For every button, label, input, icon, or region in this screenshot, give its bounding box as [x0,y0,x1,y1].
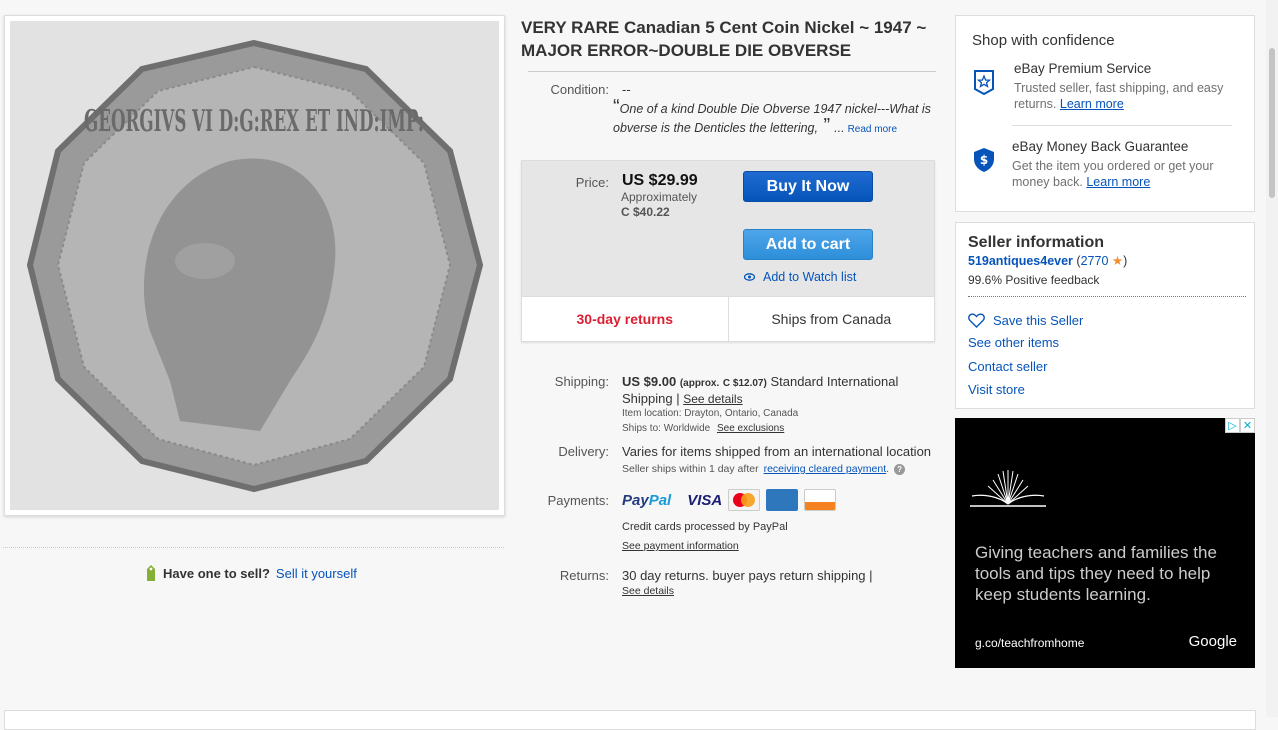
payment-note: Credit cards processed by PayPal [622,521,788,533]
condition-value: -- [622,82,631,97]
seller-notes: “One of a kind Double Die Obverse 1947 n… [613,96,931,137]
seller-name-row: 519antiques4ever (2770 ★) [968,253,1127,268]
returns-details-link[interactable]: See details [622,585,674,597]
contact-seller-link[interactable]: Contact seller [968,359,1047,374]
add-to-cart-button[interactable]: Add to cart [743,229,873,260]
paypal-logo-b: Pal [648,491,672,509]
sell-question: Have one to sell? [163,565,270,581]
shipping-label: Shipping: [554,374,609,389]
divider [1012,125,1232,126]
panel-title: Shop with confidence [972,32,1115,49]
price-converted: C $40.22 [621,205,670,219]
coin-image: GEORGIVS VI D:G:REX ET IND:IMP: [10,21,499,510]
item-location: Item location: Drayton, Ontario, Canada [622,408,799,419]
eye-icon [744,273,755,281]
svg-text:$: $ [980,153,988,167]
shipping-amount: US $9.00 [622,374,677,389]
guarantee-desc: Get the item you ordered or get your mon… [1012,158,1242,190]
watchlist-label: Add to Watch list [763,270,857,284]
visa-logo: VISA [687,491,723,509]
star-icon: ★ [1111,254,1124,268]
ad-close-icon[interactable]: ✕ [1240,418,1255,433]
divider [528,71,936,72]
item-image-frame[interactable]: GEORGIVS VI D:G:REX ET IND:IMP: [4,15,505,516]
price-approx-label: Approximately [621,190,698,204]
seller-information-panel: Seller information 519antiques4ever (277… [955,222,1255,409]
item-title: VERY RARE Canadian 5 Cent Coin Nickel ~ … [521,18,927,60]
premium-learn-more-link[interactable]: Learn more [1060,97,1124,111]
shipping-value: US $9.00 (approx. C $12.07) Standard Int… [622,374,932,407]
item-image[interactable]: GEORGIVS VI D:G:REX ET IND:IMP: [10,21,499,510]
mastercard-logo [728,489,761,511]
premium-title: eBay Premium Service [1014,61,1152,76]
scrollbar-thumb[interactable] [1269,48,1275,198]
seller-panel-title: Seller information [968,234,1105,251]
premium-service: eBay Premium Service Trusted seller, fas… [972,61,1242,121]
sell-it-yourself-row: Have one to sell? Sell it yourself [145,564,357,582]
paypal-logo-a: Pay [622,491,649,509]
cleared-payment-link[interactable]: receiving cleared payment [764,463,887,475]
money-back-guarantee: $ eBay Money Back Guarantee Get the item… [972,139,1242,199]
amex-logo [766,489,799,511]
sell-it-yourself-link[interactable]: Sell it yourself [276,566,357,581]
visit-store-link[interactable]: Visit store [968,382,1025,397]
shipping-approx-prefix: (approx. [679,378,720,389]
payment-information-link[interactable]: See payment information [622,540,739,552]
read-more-link[interactable]: Read more [848,124,897,135]
premium-badge-icon [974,70,994,95]
ad-copy: Giving teachers and families the tools a… [975,543,1217,604]
discover-logo [804,489,837,511]
seller-name-link[interactable]: 519antiques4ever [968,254,1073,268]
ad-url: g.co/teachfromhome [975,636,1085,650]
price-value: US $29.99 [622,172,698,189]
scrollbar[interactable] [1266,0,1278,717]
see-exclusions-link[interactable]: See exclusions [717,423,784,434]
divider [3,547,504,548]
delivery-note-text: Seller ships within 1 day after [622,463,759,475]
buy-it-now-button[interactable]: Buy It Now [743,171,873,202]
guarantee-learn-more-link[interactable]: Learn more [1086,175,1150,189]
ad-choices-badge[interactable]: ▷ ✕ [1225,418,1255,433]
open-book-icon [970,470,1046,507]
advertisement[interactable]: ▷ ✕ Giving teachers and families the too… [955,418,1255,668]
shop-with-confidence-panel: Shop with confidence eBay Premium Servic… [955,15,1255,212]
shipping-approx-value: C $12.07) [722,378,767,389]
save-seller-link[interactable]: Save this Seller [968,313,1083,328]
premium-desc: Trusted seller, fast shipping, and easy … [1014,80,1244,112]
delivery-note: Seller ships within 1 day after receivin… [622,463,906,475]
guarantee-title: eBay Money Back Guarantee [1012,139,1189,154]
help-icon[interactable]: ? [894,463,906,475]
shield-dollar-icon: $ [974,148,994,172]
ad-info-icon[interactable]: ▷ [1225,418,1240,433]
add-to-watchlist-link[interactable]: Add to Watch list [744,270,856,284]
paren-close: ) [1123,254,1128,268]
divider [968,296,1246,297]
feedback-score-link[interactable]: 2770 [1081,254,1109,268]
heart-icon [968,313,985,328]
payment-logos: PayPal VISA [622,489,837,511]
payments-label: Payments: [547,493,609,508]
shipping-details-link[interactable]: See details [683,392,742,406]
see-other-items-link[interactable]: See other items [968,335,1059,350]
returns-label: Returns: [559,568,609,583]
positive-feedback: 99.6% Positive feedback [968,273,1100,287]
ships-from-badge: Ships from Canada [771,311,892,327]
paypal-logo: PayPal [622,492,671,509]
returns-value: 30 day returns. buyer pays return shippi… [622,568,873,583]
ships-to: Ships to: Worldwide See exclusions [622,423,784,434]
delivery-label: Delivery: [558,444,609,459]
price-tag-icon [147,565,155,581]
condition-label: Condition: [550,82,609,97]
ships-to-text: Ships to: Worldwide [622,423,711,434]
returns-badge: 30-day returns [522,297,729,341]
seller-notes-ellipsis: ... [833,121,845,135]
save-seller-label: Save this Seller [993,313,1084,328]
price-label: Price: [575,175,609,190]
bottom-section [4,710,1256,730]
delivery-note-end: . [886,463,890,475]
delivery-value: Varies for items shipped from an interna… [622,444,932,459]
coin-lettering: GEORGIVS VI D:G:REX ET IND:IMP: [84,104,424,139]
ad-brand: Google [1188,633,1237,650]
